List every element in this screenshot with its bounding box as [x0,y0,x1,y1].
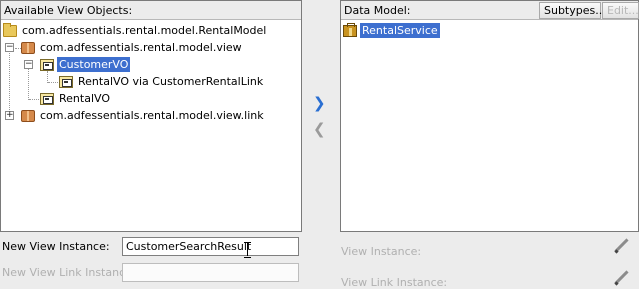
new-view-instance-label: New View Instance: [2,240,110,253]
view-link-instance-label: View Link Instance: [341,276,448,289]
package-icon [21,41,35,54]
new-view-instance-input[interactable]: CustomerSearchResult [122,237,299,256]
tree-item-label: com.adfessentials.rental.model.view.link [40,109,264,122]
tree-item-label: RentalService [360,23,440,38]
available-view-objects-label: Available View Objects: [4,3,133,17]
edit-view-link-instance-pencil-icon[interactable] [613,270,629,286]
available-view-objects-panel: Available View Objects: com.adfessential… [0,0,302,232]
view-object-icon [40,58,54,71]
add-to-data-model-arrow-icon[interactable]: ❯ [313,94,326,112]
application-module-icon [343,22,357,37]
tree-item-rentalservice[interactable]: RentalService [343,22,440,39]
edit-view-instance-pencil-icon[interactable] [613,238,629,254]
tree-item-model-view[interactable]: com.adfessentials.rental.model.view [21,39,244,56]
text-cursor-icon [244,242,251,258]
tree-item-rentalvo-via-link[interactable]: RentalVO via CustomerRentalLink [59,73,265,90]
expand-toggle-icon[interactable]: + [5,111,14,120]
package-icon [21,109,35,122]
view-object-icon [59,75,73,88]
view-instance-label: View Instance: [341,245,422,258]
tree-item-label: CustomerVO [57,57,131,72]
folder-icon [3,22,17,37]
tree-item-rental-model[interactable]: com.adfessentials.rental.model.RentalMod… [3,22,268,39]
tree-item-customervo[interactable]: CustomerVO [40,56,131,73]
subtypes-button[interactable]: Subtypes... [539,2,606,19]
remove-from-data-model-arrow-icon[interactable]: ❮ [313,120,326,138]
data-model-panel: Data Model: Subtypes... Edit... RentalSe… [340,0,639,232]
collapse-toggle-icon[interactable]: − [24,60,33,69]
data-model-label: Data Model: [344,3,411,17]
tree-item-rentalvo[interactable]: RentalVO [40,90,112,107]
data-model-header: Data Model: Subtypes... Edit... [341,1,639,20]
tree-item-label: com.adfessentials.rental.model.view [40,41,242,54]
available-view-objects-header: Available View Objects: [1,1,301,20]
tree-connector-line [48,82,58,83]
tree-item-label: com.adfessentials.rental.model.RentalMod… [22,24,267,37]
tree-item-label: RentalVO via CustomerRentalLink [78,75,264,88]
tree-item-model-view-link[interactable]: com.adfessentials.rental.model.view.link [21,107,266,124]
tree-connector-line [29,99,39,100]
edit-button[interactable]: Edit... [602,2,639,19]
tree-connector-line [28,64,29,100]
tree-item-label: RentalVO [59,92,110,105]
new-view-link-instance-input[interactable] [122,263,299,282]
collapse-toggle-icon[interactable]: − [5,43,14,52]
new-view-link-instance-label: New View Link Instance: [2,266,136,279]
view-object-icon [40,92,54,105]
